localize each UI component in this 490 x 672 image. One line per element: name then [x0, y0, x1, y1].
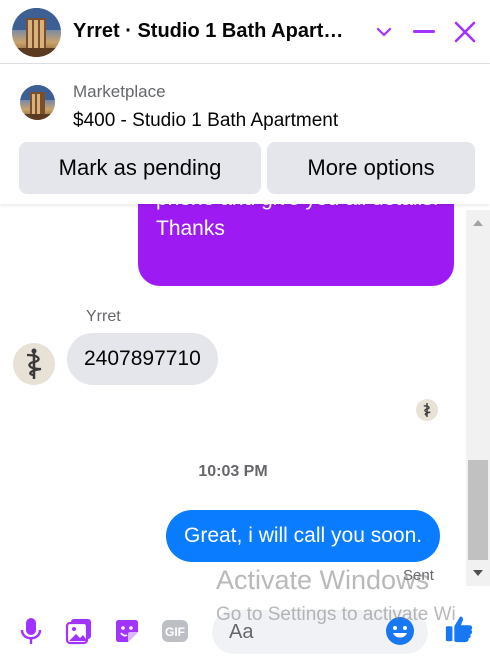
minimize-icon[interactable]	[410, 18, 438, 46]
outgoing-message-bubble-2[interactable]: Great, i will call you soon.	[166, 510, 441, 562]
incoming-message-bubble[interactable]: 2407897710	[67, 333, 218, 385]
listing-title[interactable]: $400 - Studio 1 Bath Apartment	[73, 110, 338, 132]
read-receipt-avatar	[416, 399, 438, 421]
sticker-icon[interactable]	[112, 616, 142, 646]
chat-title[interactable]: Yrret · Studio 1 Bath Apart…	[73, 20, 343, 43]
microphone-icon[interactable]	[16, 616, 46, 646]
contact-avatar[interactable]	[12, 8, 61, 57]
outgoing-message-text: phone and give you all details. Thanks	[156, 204, 439, 240]
incoming-message-text: 2407897710	[84, 347, 201, 370]
scroll-up-arrow-icon[interactable]	[473, 220, 483, 226]
sender-avatar[interactable]	[13, 343, 55, 385]
message-list[interactable]: phone and give you all details. Thanks Y…	[0, 204, 466, 586]
outgoing-message-bubble[interactable]: phone and give you all details. Thanks	[138, 204, 454, 286]
close-icon[interactable]	[451, 18, 479, 46]
chevron-down-icon[interactable]	[370, 18, 398, 46]
marketplace-label: Marketplace	[73, 82, 166, 101]
mark-as-pending-button[interactable]: Mark as pending	[19, 142, 261, 194]
listing-thumbnail[interactable]	[20, 85, 55, 120]
more-options-button[interactable]: More options	[267, 142, 475, 194]
outgoing-message-text-2: Great, i will call you soon.	[184, 524, 423, 547]
scroll-down-arrow-icon[interactable]	[473, 570, 483, 576]
gif-icon[interactable]: GIF	[160, 616, 190, 646]
message-timestamp: 10:03 PM	[198, 463, 268, 480]
scrollbar-thumb[interactable]	[468, 460, 488, 560]
gif-label: GIF	[165, 625, 185, 639]
marketplace-panel: Marketplace $400 - Studio 1 Bath Apartme…	[0, 64, 490, 204]
like-icon[interactable]	[444, 614, 474, 644]
chat-header: Yrret · Studio 1 Bath Apart…	[0, 0, 490, 64]
sender-name: Yrret	[86, 308, 121, 325]
message-composer: GIF	[0, 596, 490, 672]
emoji-icon[interactable]	[385, 616, 415, 646]
photo-icon[interactable]	[64, 616, 94, 646]
message-scrollbar[interactable]	[466, 210, 490, 586]
sent-status: Sent	[403, 567, 434, 584]
